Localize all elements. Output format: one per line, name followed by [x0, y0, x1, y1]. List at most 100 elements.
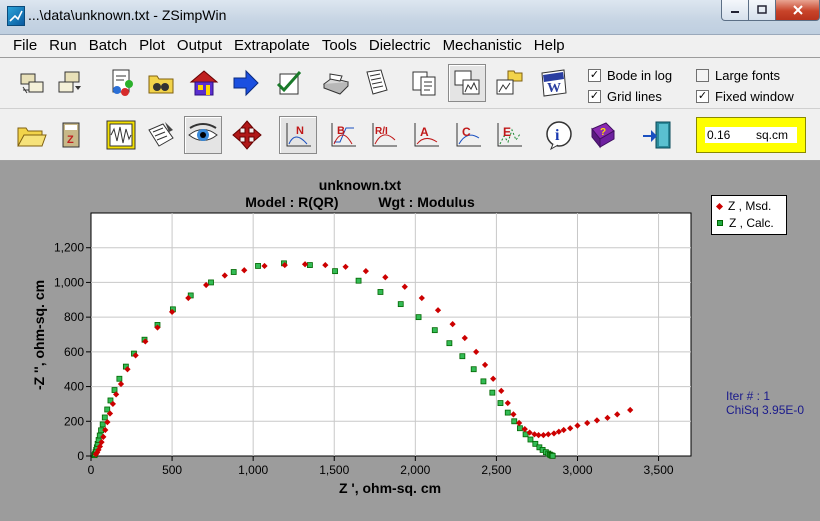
bode-in-log-checkbox[interactable]: ✓ Bode in log — [588, 68, 672, 83]
checklist-button[interactable] — [271, 65, 307, 101]
save-batch-button[interactable] — [52, 65, 88, 101]
admittance-plot-button[interactable]: A — [408, 117, 444, 153]
window-controls — [721, 0, 820, 22]
edit-data-button[interactable] — [143, 117, 179, 153]
r-i-letter: R/I — [375, 126, 388, 137]
home-icon — [189, 70, 219, 96]
calculated-point — [431, 327, 438, 334]
app-icon — [7, 6, 25, 26]
modulus-plot-button[interactable]: E — [491, 117, 527, 153]
x-tick-label: 2,500 — [481, 463, 511, 477]
x-tick-label: 3,000 — [562, 463, 592, 477]
copy-pages-button[interactable] — [406, 65, 442, 101]
menu-mechanistic[interactable]: Mechanistic — [437, 35, 528, 57]
nyquist-plot-button[interactable]: N — [279, 116, 317, 154]
plot-toolbar: Z N B R/I A C E i ? sq.cm — [0, 109, 820, 161]
modulus-plot-icon: E — [497, 123, 522, 147]
main-toolbar: W ✓ Bode in log ✓ Grid lines Large fonts… — [0, 58, 820, 109]
legend-marker-measured — [715, 202, 724, 210]
chisq-label: ChiSq 3.95E-0 — [726, 403, 805, 417]
help-book-button[interactable]: ? — [584, 117, 620, 153]
bode-in-log-box[interactable]: ✓ — [588, 69, 601, 82]
view-eye-button[interactable] — [184, 116, 222, 154]
calculated-point — [459, 353, 466, 360]
bode-letter: B — [337, 125, 345, 137]
admittance-plot-icon: A — [414, 123, 439, 147]
calculated-point — [208, 279, 214, 286]
calculated-point — [511, 418, 518, 425]
open-graph-folder-icon — [496, 70, 523, 95]
large-fonts-box[interactable] — [696, 69, 709, 82]
calculated-point — [116, 375, 123, 382]
r-i-plot-icon: R/I — [372, 123, 397, 147]
open-batch-button[interactable] — [14, 65, 50, 101]
menu-batch[interactable]: Batch — [83, 35, 133, 57]
y-axis-label: -Z '', ohm-sq. cm — [31, 280, 47, 390]
calculated-point — [99, 421, 106, 428]
maximize-button[interactable] — [749, 0, 776, 21]
window-title: ...\data\unknown.txt - ZSimpWin — [28, 7, 227, 23]
impedance-wave-button[interactable] — [103, 117, 139, 153]
word-export-button[interactable]: W — [536, 65, 572, 101]
circuit-elements-button[interactable] — [104, 65, 140, 101]
minimize-button[interactable] — [721, 0, 749, 21]
copy-graph-button[interactable] — [448, 64, 486, 102]
minimize-icon — [731, 11, 739, 13]
nyquist-chart[interactable]: 0 500 1,000 1,500 2,000 2,500 3,000 3,500 0 200 40… — [0, 190, 720, 520]
move-arrows-icon — [232, 120, 262, 150]
menu-tools[interactable]: Tools — [316, 35, 363, 57]
move-arrows-button[interactable] — [229, 117, 265, 153]
fixed-window-box[interactable]: ✓ — [696, 90, 709, 103]
menu-run[interactable]: Run — [43, 35, 83, 57]
fixed-window-label: Fixed window — [715, 89, 794, 104]
calculator-button[interactable]: Z — [53, 117, 89, 153]
report-icon — [366, 69, 388, 95]
large-fonts-checkbox[interactable]: Large fonts — [696, 68, 780, 83]
next-arrow-button[interactable] — [228, 65, 264, 101]
report-button[interactable] — [358, 65, 394, 101]
capacitance-plot-button[interactable]: C — [450, 117, 486, 153]
edit-data-icon — [148, 122, 174, 147]
modulus-letter: E — [503, 125, 511, 139]
menu-help[interactable]: Help — [528, 35, 571, 57]
help-book-icon: ? — [591, 122, 615, 149]
close-button[interactable] — [776, 0, 820, 21]
nyquist-plot-icon: N — [286, 123, 311, 147]
impedance-wave-icon — [106, 120, 136, 150]
calculated-point — [470, 366, 477, 373]
x-axis-label: Z ', ohm-sq. cm — [339, 480, 441, 496]
next-arrow-icon — [233, 69, 259, 97]
chart-legend: Z , Msd. Z , Calc. — [711, 195, 787, 235]
legend-label-calculated: Z , Calc. — [729, 216, 774, 230]
find-folder-icon — [148, 75, 174, 94]
checklist-icon — [276, 71, 302, 95]
exit-door-button[interactable] — [639, 117, 675, 153]
y-tick-label: 600 — [64, 345, 84, 359]
print-button[interactable] — [317, 65, 353, 101]
grid-lines-label: Grid lines — [607, 89, 662, 104]
menu-file[interactable]: File — [0, 35, 43, 57]
sample-area-input[interactable] — [705, 127, 753, 143]
large-fonts-label: Large fonts — [715, 68, 781, 83]
menu-extrapolate[interactable]: Extrapolate — [228, 35, 316, 57]
open-graph-folder-button[interactable] — [491, 65, 527, 101]
grid-lines-checkbox[interactable]: ✓ Grid lines — [588, 89, 662, 104]
calculated-point — [307, 262, 313, 268]
copy-graph-icon — [454, 70, 480, 95]
calculator-icon: Z — [62, 122, 80, 148]
menu-output[interactable]: Output — [171, 35, 228, 57]
open-file-button[interactable] — [14, 117, 50, 153]
home-button[interactable] — [186, 65, 222, 101]
menu-plot[interactable]: Plot — [133, 35, 171, 57]
info-button[interactable]: i — [541, 117, 577, 153]
bode-plot-button[interactable]: B — [325, 117, 361, 153]
fixed-window-checkbox[interactable]: ✓ Fixed window — [696, 89, 794, 104]
r-i-plot-button[interactable]: R/I — [366, 117, 402, 153]
capacitance-plot-icon: C — [456, 123, 481, 147]
find-folder-button[interactable] — [143, 65, 179, 101]
plot-area — [90, 212, 692, 457]
grid-lines-box[interactable]: ✓ — [588, 90, 601, 103]
calculated-point — [527, 436, 534, 443]
menu-dielectric[interactable]: Dielectric — [363, 35, 437, 57]
bode-plot-icon: B — [331, 123, 356, 147]
